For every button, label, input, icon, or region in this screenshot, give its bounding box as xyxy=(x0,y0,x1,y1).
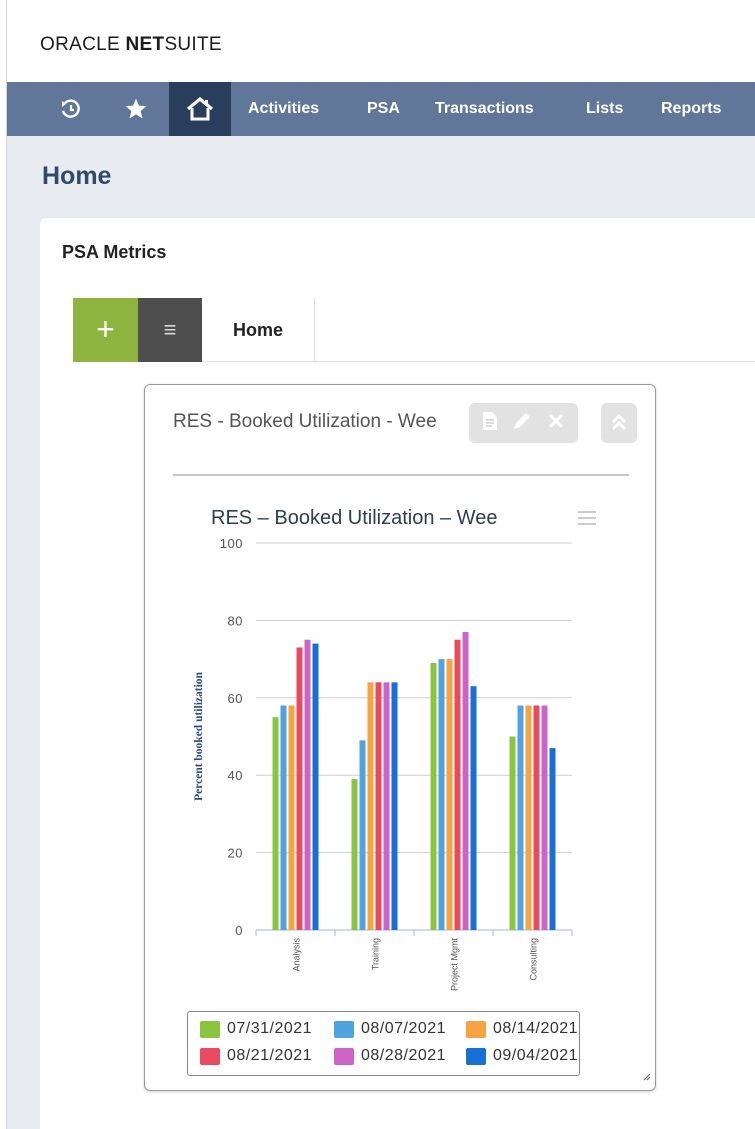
resize-grip-icon[interactable] xyxy=(641,1068,651,1086)
legend-swatch xyxy=(200,1047,220,1065)
bar-1-2 xyxy=(367,682,374,930)
bar-1-4 xyxy=(383,682,390,930)
bar-chart: 0 20 40 60 80 100 Percent booked utilization An… xyxy=(193,536,573,992)
bar-1-3 xyxy=(375,682,382,930)
x-tick-label: Analysis xyxy=(292,938,302,972)
logo-suite-text: SUITE xyxy=(164,34,222,55)
legend-item[interactable]: 08/28/2021 xyxy=(334,1046,446,1066)
bar-0-2 xyxy=(288,705,295,930)
chart-widget: RES - Booked Utilization - Wee RES – Boo… xyxy=(144,384,656,1091)
legend-label: 08/21/2021 xyxy=(227,1047,313,1064)
psa-metrics-portlet: PSA Metrics + ≡ Home RES - Booked Utiliz… xyxy=(40,218,755,1129)
dashboard-tab-bar: + ≡ Home xyxy=(73,298,755,362)
bar-3-3 xyxy=(533,705,540,930)
chart-legend: 07/31/2021 08/07/2021 08/14/2021 08/21/2021… xyxy=(187,1011,580,1076)
legend-swatch xyxy=(334,1020,354,1038)
legend-label: 09/04/2021 xyxy=(493,1047,579,1064)
legend-item[interactable]: 08/21/2021 xyxy=(200,1046,312,1066)
main-nav-bar: Activities PSA Transactions Lists Report… xyxy=(7,82,755,136)
bar-2-3 xyxy=(454,639,461,930)
bar-3-4 xyxy=(541,705,548,930)
legend-label: 08/28/2021 xyxy=(361,1047,447,1064)
legend-swatch xyxy=(466,1047,486,1065)
bar-3-5 xyxy=(549,748,556,930)
recent-records-icon[interactable] xyxy=(54,82,88,136)
legend-swatch xyxy=(200,1020,220,1038)
bar-0-3 xyxy=(296,647,303,930)
x-tick-label: Training xyxy=(371,938,381,970)
y-tick-label: 0 xyxy=(235,923,243,938)
bar-1-0 xyxy=(351,779,358,930)
y-tick-label: 60 xyxy=(228,691,243,706)
bar-0-0 xyxy=(272,717,279,930)
x-tick-label: Project Mgmt xyxy=(450,938,460,992)
bar-2-4 xyxy=(462,632,469,930)
nav-item-lists[interactable]: Lists xyxy=(586,82,623,136)
y-tick-label: 100 xyxy=(220,536,243,551)
legend-label: 08/07/2021 xyxy=(361,1020,447,1037)
bar-3-2 xyxy=(525,705,532,930)
bar-3-0 xyxy=(509,736,516,930)
y-tick-label: 80 xyxy=(228,613,243,628)
bar-0-5 xyxy=(312,643,319,930)
bar-2-2 xyxy=(446,659,453,930)
legend-item[interactable]: 08/07/2021 xyxy=(334,1019,446,1039)
legend-label: 07/31/2021 xyxy=(227,1020,313,1037)
bar-1-1 xyxy=(359,740,366,930)
legend-item[interactable]: 08/14/2021 xyxy=(466,1019,578,1039)
legend-swatch xyxy=(334,1047,354,1065)
nav-item-psa[interactable]: PSA xyxy=(367,82,400,136)
nav-item-activities[interactable]: Activities xyxy=(248,82,319,136)
legend-label: 08/14/2021 xyxy=(493,1020,579,1037)
oracle-netsuite-logo[interactable]: ORACLE NETSUITE xyxy=(40,34,222,56)
nav-item-transactions[interactable]: Transactions xyxy=(435,82,534,136)
legend-item[interactable]: 09/04/2021 xyxy=(466,1046,578,1066)
bar-2-5 xyxy=(470,686,477,930)
bar-0-1 xyxy=(280,705,287,930)
y-tick-label: 40 xyxy=(228,768,243,783)
nav-item-reports[interactable]: Reports xyxy=(661,82,721,136)
bar-2-0 xyxy=(430,662,437,930)
bar-0-4 xyxy=(304,639,311,930)
legend-swatch xyxy=(466,1020,486,1038)
page-title: Home xyxy=(42,162,112,190)
left-frame-edge xyxy=(0,0,7,1129)
logo-oracle-text: ORACLE xyxy=(40,34,120,55)
add-tab-button[interactable]: + xyxy=(73,298,138,362)
tab-home[interactable]: Home xyxy=(202,298,315,362)
bar-1-5 xyxy=(391,682,398,930)
favorites-star-icon[interactable] xyxy=(119,82,153,136)
logo-net-text: NET xyxy=(125,34,165,55)
tab-menu-button[interactable]: ≡ xyxy=(138,298,202,362)
legend-item[interactable]: 07/31/2021 xyxy=(200,1019,312,1039)
bar-3-1 xyxy=(517,705,524,930)
header: ORACLE NETSUITE xyxy=(7,0,755,82)
home-icon[interactable] xyxy=(169,82,231,136)
bar-2-1 xyxy=(438,659,445,930)
y-axis-label: Percent booked utilization xyxy=(193,671,205,800)
y-tick-label: 20 xyxy=(228,846,243,861)
x-tick-label: Consulting xyxy=(529,938,539,981)
portlet-title: PSA Metrics xyxy=(62,242,167,262)
